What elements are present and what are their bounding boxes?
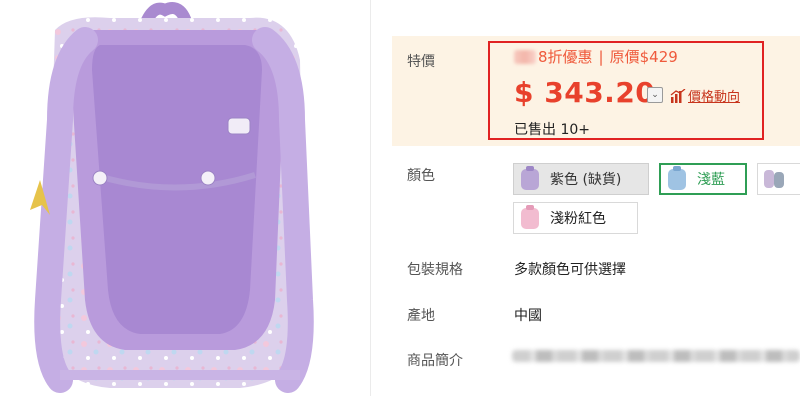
color-label: 顏色 (407, 168, 435, 184)
original-price: 原價$429 (609, 48, 678, 66)
blurred-intro-text (512, 350, 800, 362)
origin-label: 產地 (407, 308, 435, 324)
backpack-thumb-icon (764, 170, 784, 188)
color-option-label: 淺粉紅色 (550, 211, 606, 227)
color-option-more[interactable] (757, 163, 800, 195)
bar-chart-icon (670, 88, 686, 103)
sold-count: 已售出 10+ (514, 122, 590, 138)
color-option-purple[interactable]: 紫色 (缺貨) (513, 163, 649, 195)
blurred-promo-prefix (514, 50, 536, 64)
price-trend-link[interactable]: 價格動向 (670, 86, 740, 105)
color-option-light-pink[interactable]: 淺粉紅色 (513, 202, 638, 234)
intro-label: 商品簡介 (407, 353, 463, 369)
backpack-illustration (30, 2, 314, 393)
pane-divider (370, 0, 371, 396)
backpack-thumb-icon (521, 205, 539, 229)
backpack-thumb-icon (668, 166, 686, 190)
packaging-value: 多款顏色可供選擇 (514, 262, 626, 278)
promo-separator: | (598, 48, 604, 66)
color-option-light-blue[interactable]: 淺藍 (659, 163, 747, 195)
promo-line: 8折優惠 | 原價$429 (514, 46, 678, 67)
origin-value: 中國 (514, 308, 542, 324)
price-dropdown-button[interactable]: ⌄ (647, 87, 663, 103)
product-image[interactable] (0, 0, 370, 396)
price-trend-label: 價格動向 (688, 90, 741, 105)
color-option-label: 紫色 (缺貨) (550, 172, 622, 188)
chevron-down-icon: ⌄ (651, 90, 659, 100)
color-option-label: 淺藍 (697, 172, 725, 188)
packaging-label: 包裝規格 (407, 262, 463, 278)
special-price-label: 特價 (407, 54, 435, 70)
current-price: $ 343.20 (514, 76, 656, 109)
backpack-thumb-icon (521, 166, 539, 190)
promo-text: 8折優惠 (538, 48, 593, 66)
